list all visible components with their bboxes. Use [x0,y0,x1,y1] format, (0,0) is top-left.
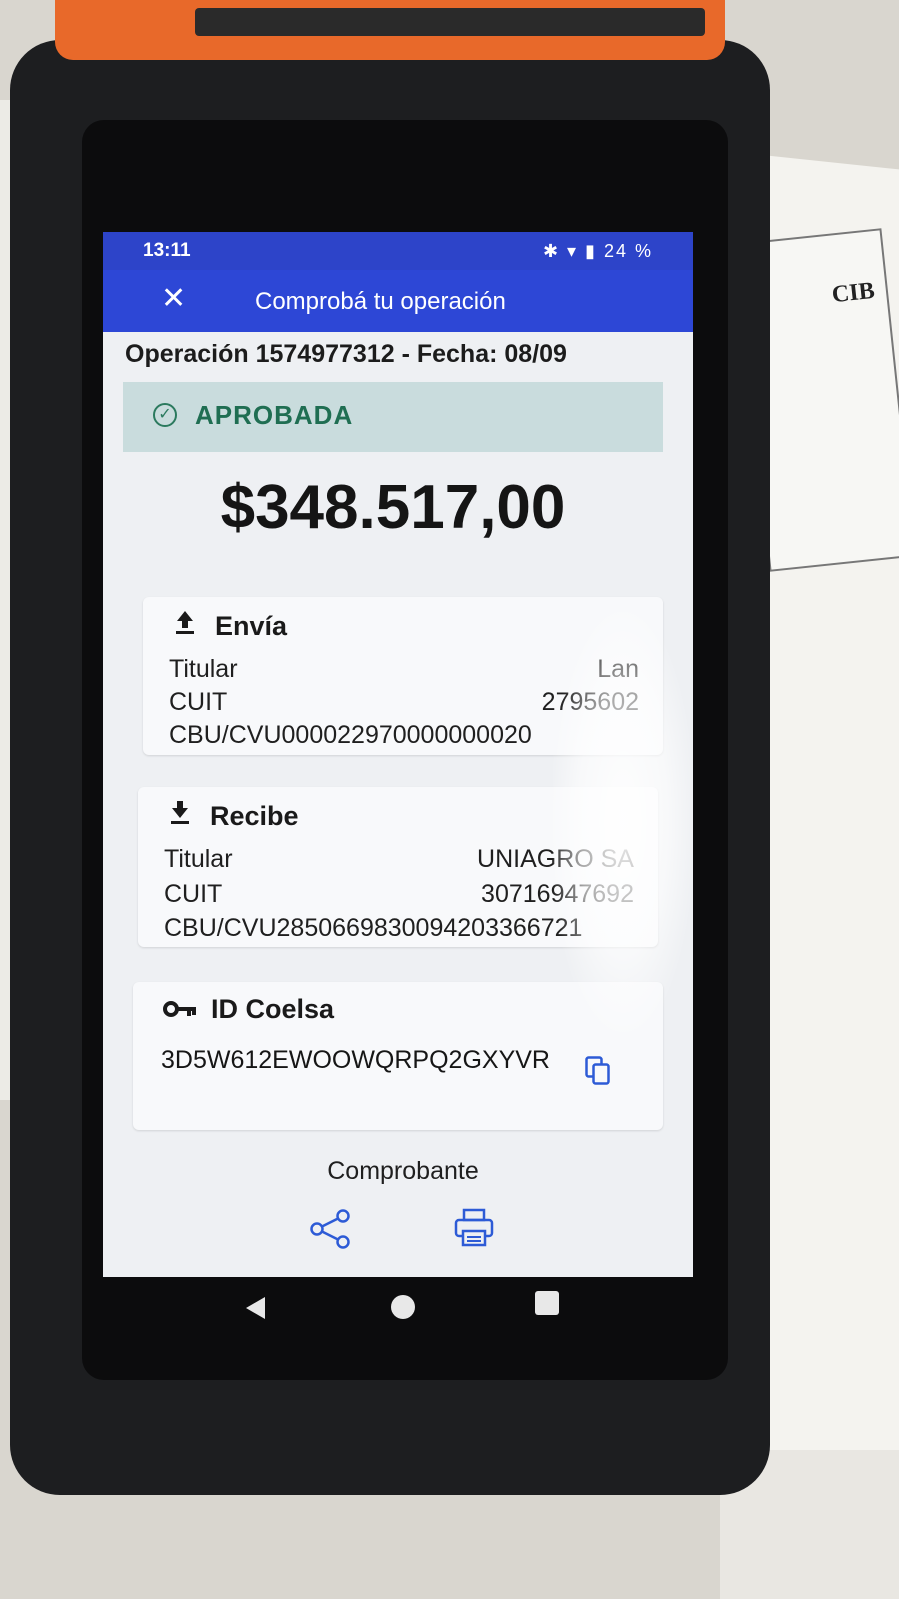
sender-cbu-value: 000022970000000020 [281,721,532,749]
transfer-amount: $348.517,00 [220,473,566,542]
page-title: Comprobá tu operación [255,288,506,315]
android-nav-bar [103,1277,693,1337]
receiver-cbu-row: CBU/CVU2850669830094203366721 [164,914,634,943]
printer-slot [195,8,705,36]
sender-heading-label: Envía [215,611,288,641]
status-time: 13:11 [143,240,191,261]
printer-icon[interactable] [453,1207,495,1249]
coelsa-heading: ID Coelsa [163,994,334,1025]
sender-cuit-label: CUIT [169,688,228,716]
download-icon [168,799,198,832]
receiver-titular-row: Titular UNIAGRO SA [164,845,634,874]
printer-cover [55,0,725,60]
check-circle-icon: ✓ [153,403,177,427]
copy-icon[interactable] [585,1056,611,1086]
receiver-cbu-value: 2850669830094203366721 [276,914,583,942]
status-banner: ✓ APROBADA [123,382,663,452]
screen: 13:11 ✱ ▾ ▮ 24 % ✕ Comprobá tu operación… [103,232,693,1277]
sender-titular-label: Titular [169,655,238,683]
key-icon [163,997,199,1025]
operation-info: Operación 1574977312 - Fecha: 08/09 [125,340,567,368]
receiver-cuit-row: CUIT 30716947692 [164,880,634,909]
back-icon[interactable] [243,1295,269,1321]
close-icon[interactable]: ✕ [161,282,186,316]
receiver-titular-label: Titular [164,845,233,873]
receiver-card: Recibe Titular UNIAGRO SA CUIT 307169476… [138,787,658,947]
status-label: APROBADA [195,400,354,430]
coelsa-card: ID Coelsa 3D5W612EWOOWQRPQ2GXYVR [133,982,663,1130]
background-paper-title: CIB [830,277,876,309]
status-bar: 13:11 ✱ ▾ ▮ 24 % [103,232,693,270]
recents-icon[interactable] [535,1291,559,1315]
receiver-titular-value: UNIAGRO SA [477,845,634,873]
receipt-label: Comprobante [327,1157,479,1185]
status-icons: ✱ ▾ ▮ 24 % [542,241,653,261]
coelsa-id-value: 3D5W612EWOOWQRPQ2GXYVR [161,1046,550,1074]
receiver-cuit-label: CUIT [164,880,223,908]
sender-card: Envía Titular Lan CUIT 2795602 CBU/CVU00… [143,597,663,755]
sender-cbu-label: CBU/CVU [169,721,282,749]
app-bar: ✕ Comprobá tu operación [103,270,693,332]
receiver-cuit-value: 30716947692 [481,880,634,908]
sender-cuit-row: CUIT 2795602 [169,688,639,717]
receiver-cbu-label: CBU/CVU [164,914,277,942]
receiver-heading: Recibe [168,799,299,832]
sender-titular-value: Lan [597,655,639,683]
sender-cuit-value: 2795602 [541,688,639,716]
home-icon[interactable] [391,1295,415,1319]
coelsa-heading-label: ID Coelsa [211,994,335,1024]
sender-heading: Envía [173,609,287,642]
sender-titular-row: Titular Lan [169,655,639,684]
upload-icon [173,609,203,642]
sender-cbu-row: CBU/CVU000022970000000020 [169,721,639,750]
share-icon[interactable] [308,1207,352,1251]
receiver-heading-label: Recibe [210,801,299,831]
